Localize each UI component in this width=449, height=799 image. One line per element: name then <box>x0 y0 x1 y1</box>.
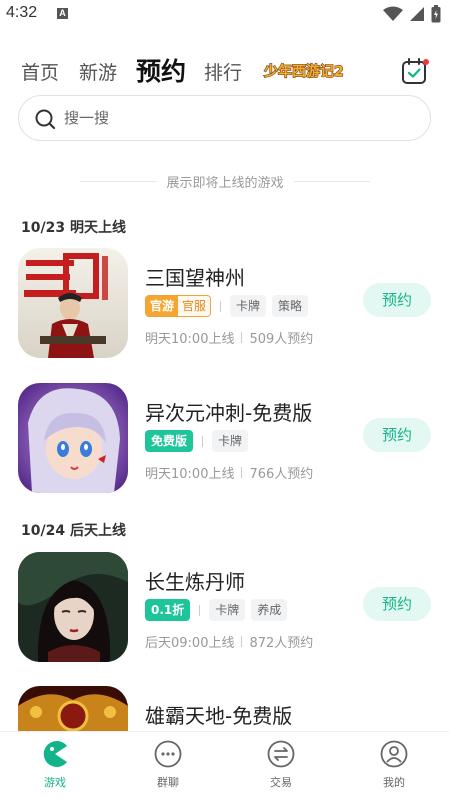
nav-games[interactable]: 游戏 <box>20 740 90 796</box>
game-card[interactable]: 长生炼丹师 0.1折 卡牌 养成 后天09:00上线 872人预约 预约 <box>0 552 449 664</box>
date-header: 10/23 明天上线 <box>21 220 126 236</box>
game-meta: 明天10:00上线 509人预约 <box>145 328 313 347</box>
nav-group-chat[interactable]: 群聊 <box>133 740 203 796</box>
release-time: 明天10:00上线 <box>145 332 235 347</box>
game-name[interactable]: 雄霸天地-免费版 <box>145 700 292 729</box>
nav-trade[interactable]: 交易 <box>246 740 316 796</box>
nav-label: 我的 <box>383 776 405 789</box>
nav-label: 交易 <box>270 776 292 789</box>
exchange-icon <box>267 740 295 768</box>
free-version-badge: 免费版 <box>145 430 194 452</box>
pacman-icon <box>43 741 67 767</box>
game-name[interactable]: 三国望神州 <box>145 262 245 291</box>
game-card[interactable]: 异次元冲刺-免费版 免费版 卡牌 明天10:00上线 766人预约 预约 <box>0 383 449 495</box>
tab-reservations[interactable]: 预约 <box>136 52 186 88</box>
search-icon <box>35 109 56 130</box>
game-icon[interactable] <box>18 383 128 493</box>
tab-home[interactable]: 首页 <box>21 58 59 85</box>
game-meta: 明天10:00上线 766人预约 <box>145 463 313 482</box>
release-time: 明天10:00上线 <box>145 467 235 482</box>
game-tag: 养成 <box>251 599 288 621</box>
game-tag: 卡牌 <box>212 430 249 452</box>
game-tags: 0.1折 卡牌 养成 <box>145 599 288 621</box>
game-icon[interactable] <box>18 686 128 731</box>
game-card[interactable]: 三国望神州 官游 官服 卡牌 策略 明天10:00上线 509人预约 预约 <box>0 248 449 360</box>
game-tags: 官游 官服 卡牌 策略 <box>145 295 309 317</box>
search-input[interactable] <box>64 97 404 139</box>
game-name[interactable]: 长生炼丹师 <box>145 566 245 595</box>
bottom-nav: 游戏 群聊 交易 我的 <box>0 731 449 799</box>
user-icon <box>380 740 408 768</box>
banner-logo[interactable]: 少年西游记2 <box>262 56 352 82</box>
svg-text:少年西游记2: 少年西游记2 <box>263 63 344 80</box>
status-time: 4:32 <box>6 4 38 21</box>
reservation-count: 872人预约 <box>249 636 314 651</box>
game-tag: 策略 <box>272 295 309 317</box>
top-tabs: 首页 新游 预约 排行 少年西游记2 <box>0 48 449 92</box>
tab-new-games[interactable]: 新游 <box>79 58 117 85</box>
game-meta: 后天09:00上线 872人预约 <box>145 632 313 651</box>
reserve-button[interactable]: 预约 <box>363 283 431 317</box>
section-hint-text: 展示即将上线的游戏 <box>166 175 284 191</box>
game-icon[interactable] <box>18 248 128 358</box>
battery-icon <box>431 5 441 23</box>
search-bar[interactable] <box>18 95 431 141</box>
release-time: 后天09:00上线 <box>145 636 235 651</box>
reserve-button[interactable]: 预约 <box>363 418 431 452</box>
calendar-icon[interactable] <box>400 56 430 86</box>
game-tag: 卡牌 <box>230 295 267 317</box>
section-hint: 展示即将上线的游戏 <box>80 170 371 192</box>
nav-profile[interactable]: 我的 <box>359 740 429 796</box>
game-icon[interactable] <box>18 552 128 662</box>
game-tags: 免费版 卡牌 <box>145 430 249 452</box>
chat-dots-icon <box>154 740 182 768</box>
notification-icon: A <box>57 8 68 19</box>
date-header: 10/24 后天上线 <box>21 523 126 539</box>
game-tag: 卡牌 <box>209 599 246 621</box>
nav-label: 群聊 <box>157 776 179 789</box>
reserve-button[interactable]: 预约 <box>363 587 431 621</box>
signal-icon <box>410 7 424 21</box>
nav-label: 游戏 <box>44 776 66 789</box>
game-name[interactable]: 异次元冲刺-免费版 <box>145 397 312 426</box>
wifi-icon <box>383 6 403 21</box>
reservation-count: 509人预约 <box>249 332 314 347</box>
game-card[interactable]: 雄霸天地-免费版 <box>0 686 449 731</box>
status-bar: 4:32 A <box>0 0 449 30</box>
tab-rankings[interactable]: 排行 <box>204 58 242 85</box>
official-badge: 官游 官服 <box>145 295 212 317</box>
discount-badge: 0.1折 <box>145 599 191 621</box>
reservation-count: 766人预约 <box>249 467 314 482</box>
